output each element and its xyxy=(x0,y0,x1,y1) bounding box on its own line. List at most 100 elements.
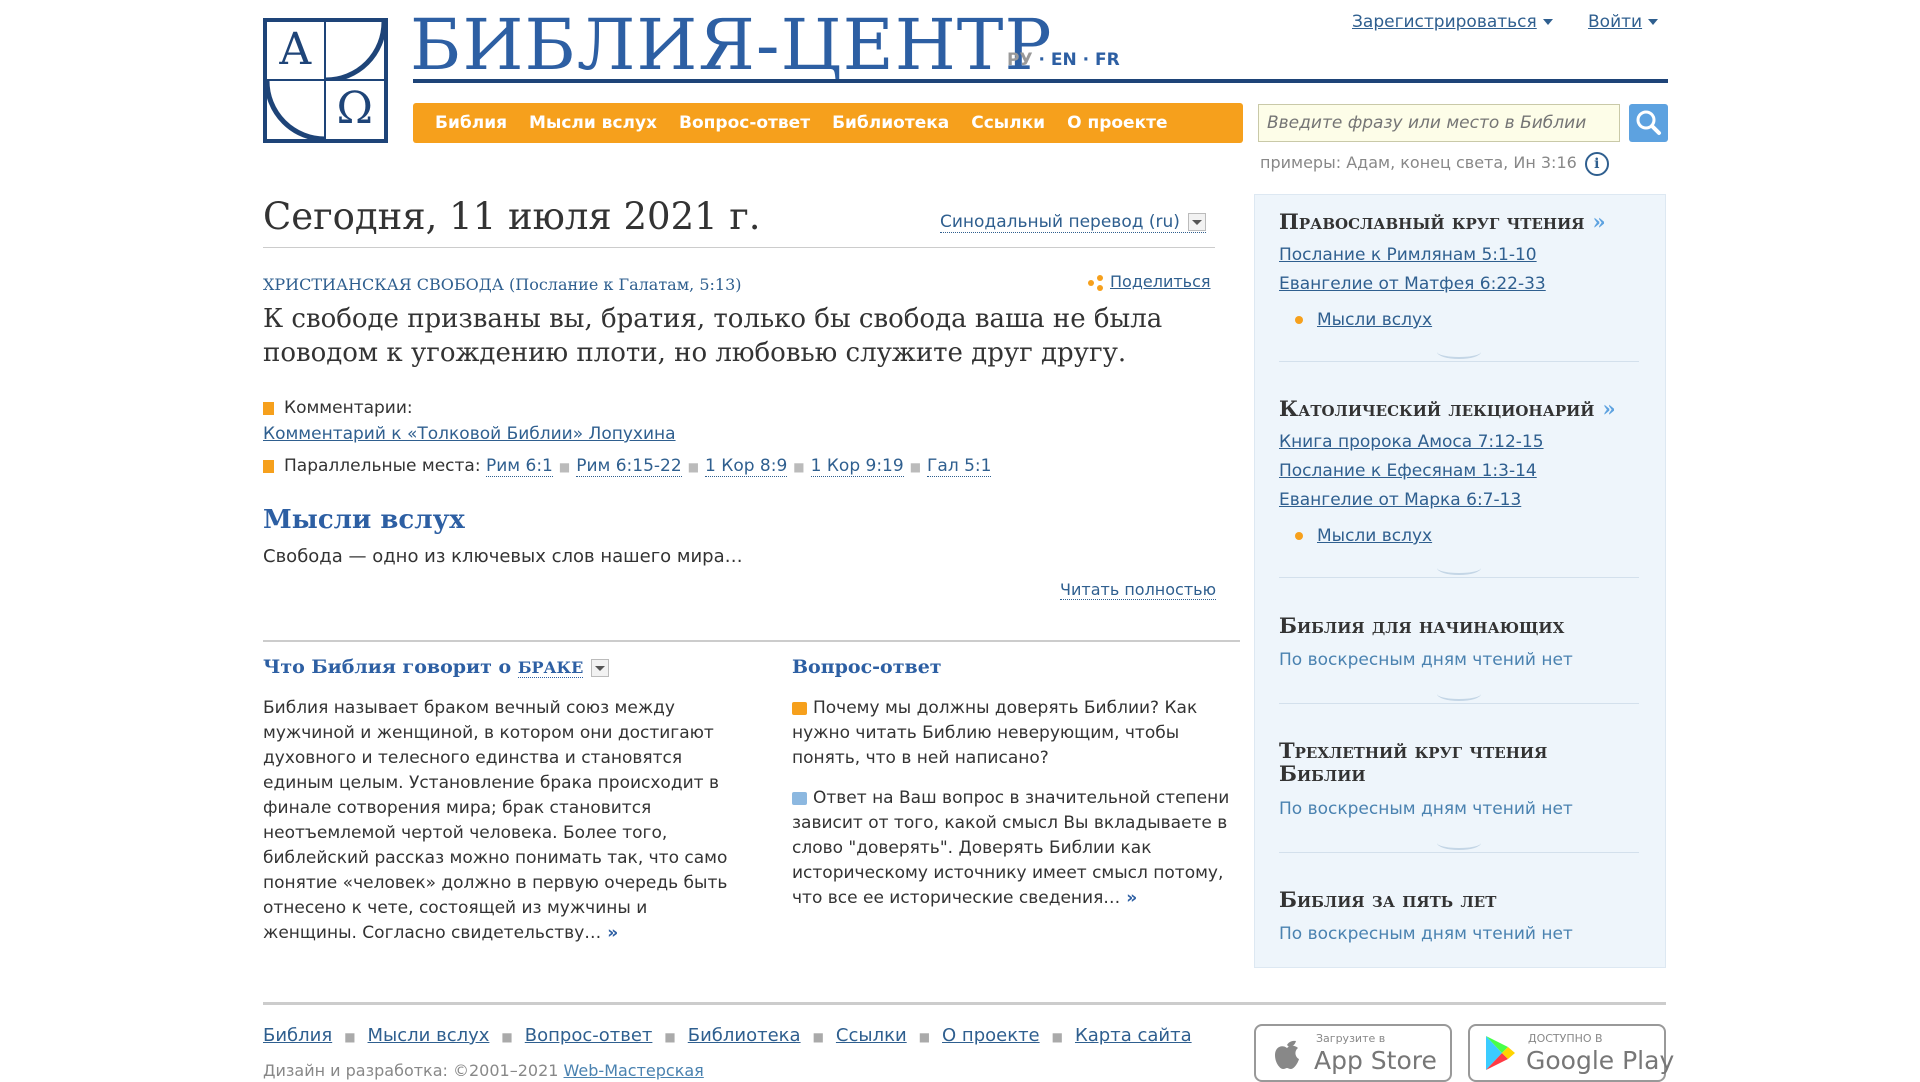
qa-heading[interactable]: Вопрос-ответ xyxy=(792,656,942,678)
nav-item-links[interactable]: Ссылки xyxy=(971,113,1045,133)
credits-text: Дизайн и разработка: ©2001–2021 xyxy=(263,1061,559,1080)
translation-select[interactable]: Синодальный перевод (ru) xyxy=(940,212,1206,233)
verse-text: К свободе призваны вы, братия, только бы… xyxy=(263,304,1163,368)
more-arrow-link[interactable]: » xyxy=(1126,888,1137,908)
footer-link[interactable]: Ссылки xyxy=(836,1025,907,1046)
nav-item-about[interactable]: О проекте xyxy=(1067,113,1167,133)
dropdown-arrow-icon xyxy=(1187,213,1206,231)
no-readings-text: По воскресным дням чтений нет xyxy=(1279,924,1573,944)
three-year-heading-line1: Трехлетний круг чтения xyxy=(1279,738,1548,763)
more-arrow-icon: » xyxy=(1592,209,1606,234)
logo-arc-quadrant-2 xyxy=(267,80,326,139)
footer-link[interactable]: Вопрос-ответ xyxy=(525,1025,653,1046)
google-play-badge[interactable]: ДОСТУПНО В Google Play xyxy=(1468,1024,1674,1082)
three-year-heading-line2: Библии xyxy=(1279,761,1366,786)
nav-item-qa[interactable]: Вопрос-ответ xyxy=(679,113,810,133)
thoughts-heading[interactable]: Мысли вслух xyxy=(263,505,465,535)
google-play-icon xyxy=(1486,1036,1515,1070)
catholic-heading[interactable]: Католический лекционарий » xyxy=(1279,396,1616,421)
footer-credits: Дизайн и разработка: ©2001–2021 Web-Маст… xyxy=(263,1061,704,1080)
marriage-text: Библия называет браком вечный союз между… xyxy=(263,696,743,946)
parallel-link[interactable]: Рим 6:15-22 xyxy=(576,456,682,477)
verse-source: (Послание к Галатам, 5:13) xyxy=(509,275,742,294)
divider xyxy=(263,247,1215,248)
google-play-small: ДОСТУПНО В xyxy=(1528,1032,1603,1045)
read-more-link[interactable]: Читать полностью xyxy=(1060,580,1217,600)
credits-link[interactable]: Web-Мастерская xyxy=(564,1061,704,1080)
footer-link[interactable]: Библиотека xyxy=(688,1025,801,1046)
parallels-label: Параллельные места: xyxy=(284,456,481,476)
app-store-big: App Store xyxy=(1314,1046,1437,1075)
parallel-link[interactable]: Рим 6:1 xyxy=(485,456,553,477)
search-button[interactable] xyxy=(1629,104,1668,142)
bookmark-icon xyxy=(263,401,274,415)
comments-link[interactable]: Комментарий к «Толковой Библии» Лопухина xyxy=(263,424,676,444)
parallel-link[interactable]: 1 Кор 9:19 xyxy=(810,456,904,477)
thoughts-link[interactable]: Мысли вслух xyxy=(1317,310,1432,330)
app-store-small: Загрузите в xyxy=(1316,1032,1386,1045)
share-label: Поделиться xyxy=(1110,272,1211,291)
lang-en[interactable]: EN xyxy=(1051,50,1077,70)
title-divider xyxy=(413,79,1668,83)
lang-fr[interactable]: FR xyxy=(1095,50,1120,70)
reading-link[interactable]: Послание к Римлянам 5:1-10 xyxy=(1279,245,1537,265)
translation-label: Синодальный перевод (ru) xyxy=(940,212,1180,232)
verse-title: Христианская свобода xyxy=(263,275,504,294)
footer-link[interactable]: Карта сайта xyxy=(1075,1025,1192,1046)
search-examples: примеры: Адам, конец света, Ин 3:16 i xyxy=(1260,152,1609,176)
nav-item-thoughts[interactable]: Мысли вслух xyxy=(529,113,657,133)
chevron-down-icon xyxy=(1542,19,1553,25)
footer-link[interactable]: Библия xyxy=(263,1025,332,1046)
share-button[interactable]: Поделиться xyxy=(1088,272,1211,291)
lang-separator: · xyxy=(1038,50,1045,70)
reading-link[interactable]: Евангелие от Марка 6:7-13 xyxy=(1279,490,1521,510)
footer-nav: Библия ■ Мысли вслух ■ Вопрос-ответ ■ Библиоте… xyxy=(263,1025,1192,1046)
topic-select[interactable]: браке xyxy=(517,658,584,678)
answer-bubble-icon xyxy=(792,791,807,805)
apple-icon xyxy=(1275,1040,1299,1069)
search-input[interactable] xyxy=(1258,104,1620,142)
bullet-icon xyxy=(1295,532,1303,540)
more-arrow-link[interactable]: » xyxy=(607,923,618,943)
qa-question: Почему мы должны доверять Библии? Как ну… xyxy=(792,696,1232,771)
orthodox-heading[interactable]: Православный круг чтения » xyxy=(1279,209,1606,234)
divider xyxy=(1279,577,1639,578)
reading-link[interactable]: Евангелие от Матфея 6:22-33 xyxy=(1279,274,1546,294)
marriage-text-body: Библия называет браком вечный союз между… xyxy=(263,698,728,943)
qa-answer: Ответ на Ваш вопрос в значительной степе… xyxy=(792,786,1232,911)
thoughts-link[interactable]: Мысли вслух xyxy=(1317,526,1432,546)
ornament-icon xyxy=(1437,687,1481,701)
info-icon[interactable]: i xyxy=(1584,152,1609,176)
search-icon xyxy=(1636,110,1661,135)
parallel-link[interactable]: 1 Кор 8:9 xyxy=(705,456,788,477)
logo-arc-icon xyxy=(325,22,384,80)
catholic-thoughts: Мысли вслух xyxy=(1295,526,1432,546)
site-logo[interactable]: A Ω xyxy=(263,18,388,143)
reading-link[interactable]: Послание к Ефесянам 1:3-14 xyxy=(1279,461,1537,481)
qa-answer-text: Ответ на Ваш вопрос в значительной степе… xyxy=(792,788,1230,908)
logo-arc-quadrant xyxy=(325,22,384,81)
verse-reference: Христианская свобода (Послание к Галатам… xyxy=(263,275,742,294)
footer-link[interactable]: О проекте xyxy=(942,1025,1040,1046)
logo-omega: Ω xyxy=(336,82,373,134)
nav-item-library[interactable]: Библиотека xyxy=(832,113,949,133)
register-link[interactable]: Зарегистрироваться xyxy=(1352,12,1553,32)
app-store-badge[interactable]: Загрузите в App Store xyxy=(1254,1024,1452,1082)
bullet-icon xyxy=(1295,316,1303,324)
no-readings-text: По воскресным дням чтений нет xyxy=(1279,799,1573,819)
thoughts-excerpt: Свобода — одно из ключевых слов нашего м… xyxy=(263,546,743,567)
footer-link[interactable]: Мысли вслух xyxy=(368,1025,490,1046)
three-year-heading: Трехлетний круг чтения Библии xyxy=(1279,739,1547,785)
reading-link[interactable]: Книга пророка Амоса 7:12-15 xyxy=(1279,432,1544,452)
comments-label: Комментарии: xyxy=(263,398,413,418)
parallel-link[interactable]: Гал 5:1 xyxy=(927,456,992,477)
dropdown-arrow-icon[interactable] xyxy=(591,659,610,677)
nav-item-bible[interactable]: Библия xyxy=(435,113,507,133)
site-title[interactable]: БИБЛИЯ-ЦЕНТР xyxy=(410,4,1053,86)
lang-separator: · xyxy=(1082,50,1090,70)
login-link[interactable]: Войти xyxy=(1588,12,1659,32)
logo-alpha: A xyxy=(267,22,326,81)
qa-question-text: Почему мы должны доверять Библии? Как ну… xyxy=(792,698,1198,768)
language-switcher: РУ · EN · FR xyxy=(1007,50,1120,70)
divider xyxy=(1279,852,1639,853)
